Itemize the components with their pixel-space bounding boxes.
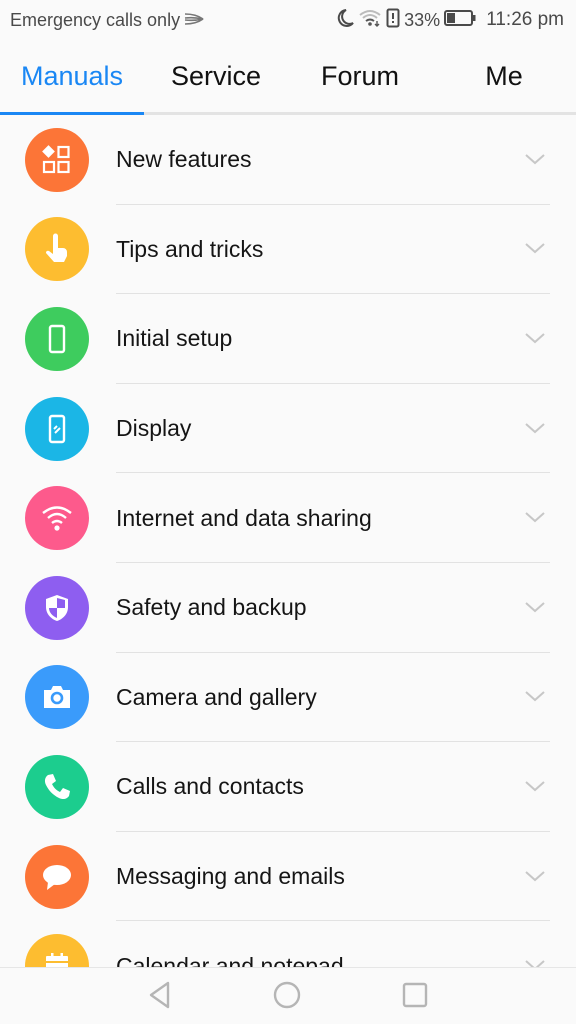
list-item-initial-setup[interactable]: Initial setup [0, 294, 576, 384]
list-item-label: Internet and data sharing [116, 504, 372, 531]
list-item-label: Messaging and emails [116, 863, 345, 890]
manual-sections-list[interactable]: New features Tips and tricks Initial set… [0, 115, 576, 967]
list-item-calls-contacts[interactable]: Calls and contacts [0, 742, 576, 832]
chevron-down-icon[interactable] [524, 779, 546, 798]
chevron-down-icon[interactable] [524, 152, 546, 171]
signal-swoosh-icon [184, 10, 204, 31]
chevron-down-icon[interactable] [524, 421, 546, 440]
display-phone-icon [25, 396, 89, 461]
battery-icon [444, 9, 476, 31]
list-item-calendar-notepad[interactable]: Calendar and notepad [0, 921, 576, 967]
chevron-down-icon[interactable] [524, 241, 546, 260]
tab-manuals[interactable]: Manuals [0, 40, 144, 112]
list-item-tips-and-tricks[interactable]: Tips and tricks [0, 205, 576, 295]
home-circle-icon [272, 980, 302, 1015]
wifi-status-icon [358, 9, 382, 32]
shield-icon [25, 575, 89, 640]
list-item-new-features[interactable]: New features [0, 115, 576, 205]
tab-bar: Manuals Service Forum Me [0, 40, 576, 115]
navigation-bar [0, 967, 576, 1024]
chat-bubble-icon [25, 844, 89, 909]
tab-service[interactable]: Service [144, 40, 288, 112]
camera-icon [25, 665, 89, 730]
back-triangle-icon [146, 980, 174, 1015]
list-item-safety-backup[interactable]: Safety and backup [0, 563, 576, 653]
chevron-down-icon[interactable] [524, 689, 546, 708]
home-button[interactable] [270, 980, 304, 1014]
clock: 11:26 pm [486, 9, 564, 30]
back-button[interactable] [143, 980, 177, 1014]
list-item-messaging-emails[interactable]: Messaging and emails [0, 832, 576, 922]
list-item-label: Tips and tricks [116, 235, 264, 262]
phone-call-icon [25, 754, 89, 819]
list-item-label: Safety and backup [116, 594, 307, 621]
chevron-down-icon[interactable] [524, 510, 546, 529]
moon-icon [336, 8, 354, 33]
list-item-label: Display [116, 415, 192, 442]
list-item-label: Calls and contacts [116, 773, 304, 800]
chevron-down-icon[interactable] [524, 331, 546, 350]
list-item-camera-gallery[interactable]: Camera and gallery [0, 653, 576, 743]
chevron-down-icon[interactable] [524, 958, 546, 967]
recents-square-icon [401, 981, 429, 1014]
calendar-icon [25, 934, 89, 967]
tab-forum[interactable]: Forum [288, 40, 432, 112]
chevron-down-icon[interactable] [524, 600, 546, 619]
phone-device-icon [25, 306, 89, 371]
wifi-icon [25, 486, 89, 551]
list-item-label: New features [116, 146, 252, 173]
recents-button[interactable] [398, 980, 432, 1014]
battery-alert-icon [386, 8, 400, 33]
apps-grid-icon [25, 127, 89, 192]
list-item-internet[interactable]: Internet and data sharing [0, 473, 576, 563]
hand-pointer-icon [25, 217, 89, 282]
list-item-label: Initial setup [116, 325, 233, 352]
list-item-label: Camera and gallery [116, 683, 317, 710]
tab-me[interactable]: Me [432, 40, 576, 112]
status-bar: Emergency calls only 33% 11:26 pm [0, 0, 576, 40]
battery-percent: 33% [404, 9, 441, 30]
list-item-display[interactable]: Display [0, 384, 576, 474]
list-item-label: Calendar and notepad [116, 952, 344, 967]
chevron-down-icon[interactable] [524, 869, 546, 888]
carrier-text: Emergency calls only [10, 9, 181, 30]
